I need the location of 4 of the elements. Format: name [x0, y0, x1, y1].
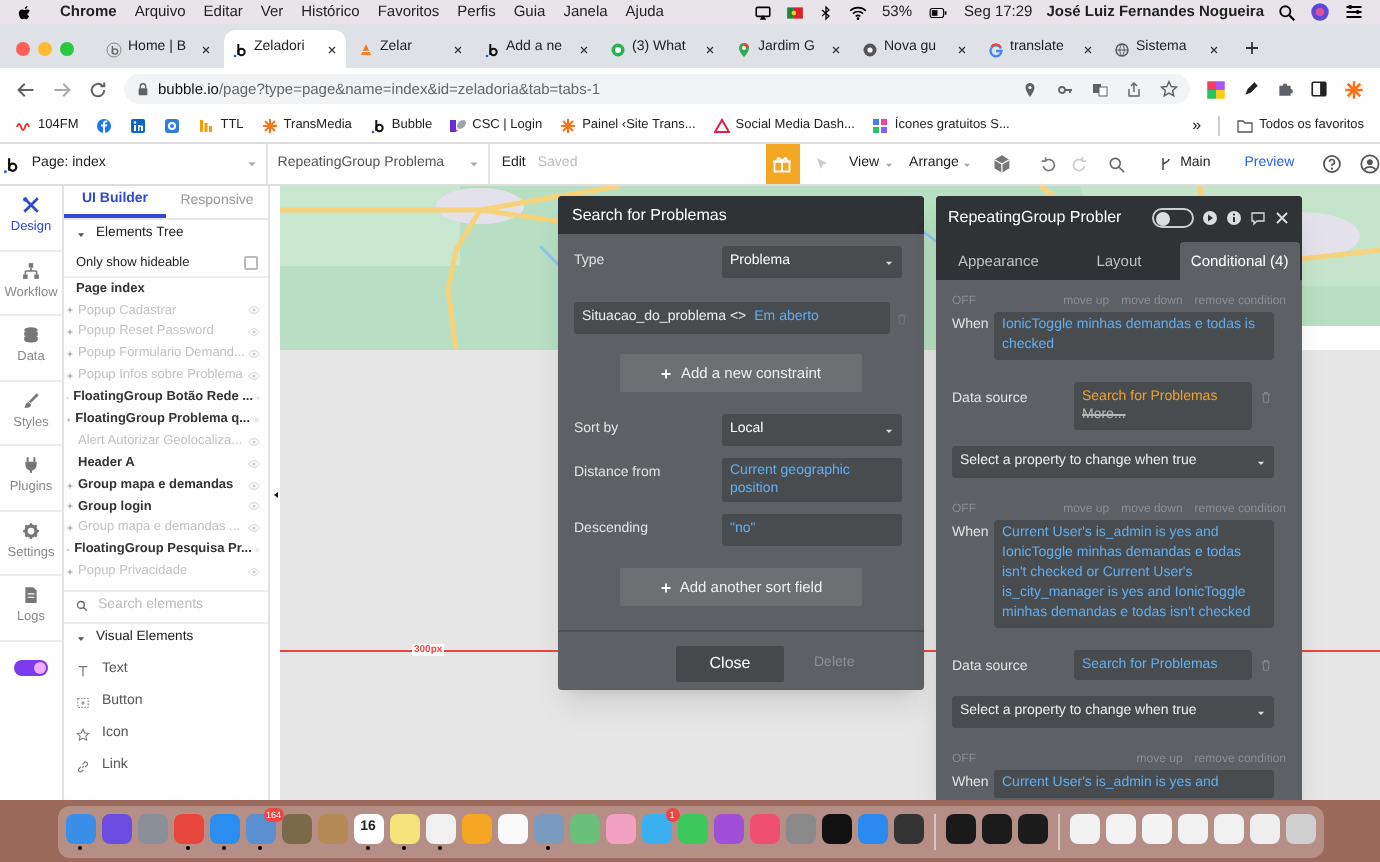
panel-title: RepeatingGroup Probler [948, 206, 1122, 230]
more-bookmarks[interactable]: » [1192, 114, 1202, 138]
close-button[interactable]: Close [676, 646, 784, 682]
dialog-title: Search for Problemas [572, 203, 727, 227]
